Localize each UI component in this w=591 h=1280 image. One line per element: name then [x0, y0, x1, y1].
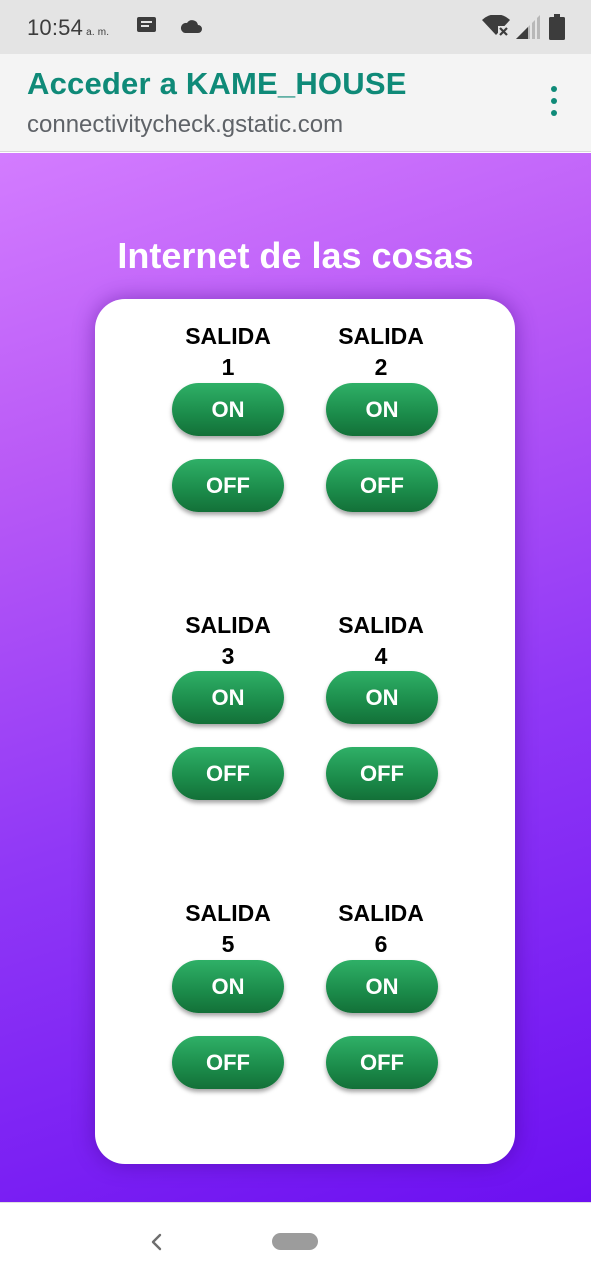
outputs-card: SALIDA 1 ON OFF SALIDA 2 ON OFF SALIDA 3…: [95, 299, 515, 1164]
cloud-icon: [180, 20, 202, 33]
output-label-3: SALIDA 3: [163, 610, 293, 672]
browser-header: Acceder a KAME_HOUSE connectivitycheck.g…: [0, 54, 591, 152]
page-title: Acceder a KAME_HOUSE: [27, 66, 407, 101]
output-4-off-button[interactable]: OFF: [326, 747, 438, 800]
output-label-5: SALIDA 5: [163, 898, 293, 960]
back-icon[interactable]: [146, 1228, 166, 1256]
page-url: connectivitycheck.gstatic.com: [27, 111, 344, 138]
status-time-value: 10:54: [27, 15, 84, 40]
output-label-number: 5: [221, 931, 235, 957]
signal-icon: [516, 15, 540, 39]
output-label-text: SALIDA: [185, 900, 271, 926]
output-label-text: SALIDA: [338, 900, 424, 926]
status-bar: 10:54 a. m.: [0, 0, 591, 54]
output-5-on-button[interactable]: ON: [172, 960, 284, 1013]
battery-icon: [549, 14, 565, 40]
output-1-off-button[interactable]: OFF: [172, 459, 284, 512]
output-label-4: SALIDA 4: [316, 610, 446, 672]
output-label-text: SALIDA: [185, 323, 271, 349]
menu-dot: [551, 110, 557, 116]
message-icon: [137, 17, 156, 32]
output-2-off-button[interactable]: OFF: [326, 459, 438, 512]
output-label-number: 6: [374, 931, 388, 957]
output-6-on-button[interactable]: ON: [326, 960, 438, 1013]
output-label-text: SALIDA: [338, 323, 424, 349]
output-label-number: 1: [221, 354, 235, 380]
output-label-6: SALIDA 6: [316, 898, 446, 960]
output-3-off-button[interactable]: OFF: [172, 747, 284, 800]
page-heading: Internet de las cosas: [117, 235, 474, 276]
output-label-number: 3: [221, 643, 235, 669]
content-area: Internet de las cosas SALIDA 1 ON OFF SA…: [0, 153, 591, 1202]
output-6-off-button[interactable]: OFF: [326, 1036, 438, 1089]
system-nav-bar: [0, 1202, 591, 1280]
more-vert-icon[interactable]: [540, 84, 570, 118]
output-4-on-button[interactable]: ON: [326, 671, 438, 724]
status-time: 10:54 a. m.: [27, 15, 109, 41]
output-label-2: SALIDA 2: [316, 321, 446, 383]
menu-dot: [551, 86, 557, 92]
output-3-on-button[interactable]: ON: [172, 671, 284, 724]
output-5-off-button[interactable]: OFF: [172, 1036, 284, 1089]
status-time-ampm: a. m.: [86, 27, 110, 38]
menu-dot: [551, 98, 557, 104]
output-2-on-button[interactable]: ON: [326, 383, 438, 436]
output-label-text: SALIDA: [185, 612, 271, 638]
output-label-number: 4: [374, 643, 388, 669]
home-pill-icon[interactable]: [272, 1233, 318, 1250]
output-label-1: SALIDA 1: [163, 321, 293, 383]
output-1-on-button[interactable]: ON: [172, 383, 284, 436]
output-label-number: 2: [374, 354, 388, 380]
output-label-text: SALIDA: [338, 612, 424, 638]
wifi-off-icon: [482, 15, 510, 37]
